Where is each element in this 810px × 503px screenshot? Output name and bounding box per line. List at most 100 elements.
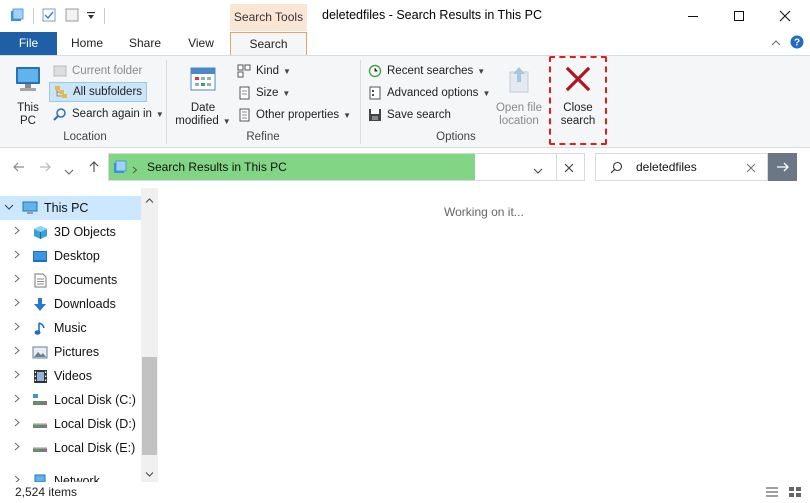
options-group-label: Options	[436, 131, 476, 143]
close-window-button[interactable]	[762, 0, 808, 31]
tree-item-music[interactable]: Music	[0, 316, 141, 340]
all-subfolders-button[interactable]: All subfolders	[49, 82, 148, 102]
tree-item-3d-objects[interactable]: 3D Objects	[0, 220, 141, 244]
this-pc-button[interactable]: This PC	[10, 64, 46, 128]
search-again-in-label: Search again in	[72, 108, 152, 120]
customize-toolbar-icon[interactable]	[86, 10, 100, 24]
tab-home[interactable]: Home	[62, 32, 112, 55]
advanced-options-button[interactable]: Advanced options ▼	[367, 83, 490, 103]
system-drive-icon	[32, 392, 48, 408]
search-tools-context-header: Search Tools	[230, 4, 307, 31]
tree-item-label: Local Disk (E:)	[54, 441, 136, 455]
tab-file[interactable]: File	[0, 32, 57, 55]
chevron-down-icon	[64, 169, 74, 175]
save-search-button[interactable]: Save search	[367, 105, 451, 125]
search-go-button[interactable]	[768, 153, 797, 181]
search-results-icon	[113, 160, 127, 177]
svg-text:?: ?	[794, 38, 800, 49]
size-icon	[236, 85, 252, 101]
scroll-up-icon[interactable]	[145, 193, 154, 207]
download-arrow-icon	[32, 296, 48, 312]
calendar-icon	[190, 67, 216, 91]
navigation-pane: This PC 3D Objects Desktop Documents Dow…	[0, 188, 158, 482]
tree-item-desktop[interactable]: Desktop	[0, 244, 141, 268]
kind-label: Kind	[256, 65, 280, 77]
collapsed-chevron-icon	[14, 274, 28, 286]
collapse-ribbon-icon[interactable]	[770, 37, 782, 51]
current-folder-icon	[52, 63, 68, 79]
tree-item-network[interactable]: Network	[0, 469, 141, 482]
back-button[interactable]	[12, 160, 26, 177]
tree-item-local-disk-c[interactable]: Local Disk (C:)	[0, 388, 141, 412]
up-button[interactable]	[87, 160, 101, 177]
breadcrumb-chevron-icon[interactable]	[132, 163, 138, 177]
close-icon	[779, 10, 791, 21]
other-properties-button[interactable]: Other properties ▼	[236, 105, 351, 125]
save-search-label: Save search	[387, 109, 451, 121]
tree-item-local-disk-e[interactable]: Local Disk (E:)	[0, 436, 141, 460]
tree-item-videos[interactable]: Videos	[0, 364, 141, 388]
new-folder-icon[interactable]	[65, 8, 79, 22]
network-icon	[32, 473, 48, 482]
recent-locations-button[interactable]	[64, 163, 74, 179]
open-file-location-icon	[509, 67, 529, 93]
collapsed-chevron-icon	[14, 346, 28, 358]
other-properties-label: Other properties	[256, 109, 340, 121]
tree-item-local-disk-d[interactable]: Local Disk (D:)	[0, 412, 141, 436]
film-strip-icon	[32, 368, 48, 384]
window-title: deletedfiles - Search Results in This PC	[322, 8, 543, 22]
drive-icon	[32, 416, 48, 432]
ribbon-tabs: File Home Share View Search ?	[0, 32, 810, 55]
large-icons-view-icon[interactable]	[788, 486, 802, 501]
ribbon: This PC Current folder All subfolders Se…	[0, 55, 810, 148]
tab-view[interactable]: View	[176, 32, 226, 55]
tree-item-label: Desktop	[54, 249, 100, 263]
tab-share[interactable]: Share	[120, 32, 170, 55]
tree-item-pictures[interactable]: Pictures	[0, 340, 141, 364]
kind-button[interactable]: Kind ▼	[236, 61, 291, 81]
maximize-icon	[734, 10, 744, 21]
search-box[interactable]: deletedfiles	[595, 153, 768, 181]
this-pc-label-line1: This	[17, 102, 39, 114]
address-bar[interactable]: Search Results in This PC	[108, 153, 585, 181]
folder-icon	[10, 8, 24, 22]
open-file-location-label-line1: Open file	[495, 102, 543, 114]
size-button[interactable]: Size ▼	[236, 83, 290, 103]
details-view-icon[interactable]	[765, 486, 779, 501]
pictures-icon	[32, 344, 48, 360]
tree-item-documents[interactable]: Documents	[0, 268, 141, 292]
advanced-options-icon	[367, 85, 383, 101]
address-dropdown-icon[interactable]	[533, 164, 543, 178]
date-modified-button[interactable]: Date modified ▼	[174, 64, 232, 128]
tree-item-this-pc[interactable]: This PC	[0, 196, 141, 220]
drive-icon	[32, 440, 48, 456]
back-arrow-icon	[13, 162, 24, 172]
nav-scrollbar-thumb[interactable]	[142, 357, 157, 455]
clear-search-icon[interactable]	[746, 162, 756, 176]
subfolders-icon	[53, 84, 69, 100]
tree-item-label: Pictures	[54, 345, 100, 359]
collapsed-chevron-icon	[14, 394, 28, 406]
title-bar: Search Tools deletedfiles - Search Resul…	[0, 0, 810, 32]
properties-icon[interactable]	[42, 8, 56, 22]
stop-search-icon[interactable]	[564, 162, 574, 176]
scroll-down-icon[interactable]	[145, 467, 154, 481]
location-group-label: Location	[63, 131, 107, 143]
address-path[interactable]: Search Results in This PC	[147, 160, 287, 174]
current-folder-label: Current folder	[72, 65, 143, 77]
search-again-in-button[interactable]: Search again in ▼	[52, 104, 164, 124]
tree-item-label: Local Disk (D:)	[54, 417, 136, 431]
save-icon	[367, 107, 383, 123]
tree-item-downloads[interactable]: Downloads	[0, 292, 141, 316]
search-icon	[610, 161, 623, 177]
current-folder-button: Current folder	[52, 61, 142, 81]
collapsed-chevron-icon	[14, 418, 28, 430]
tab-search[interactable]: Search	[230, 32, 307, 55]
forward-button[interactable]	[38, 160, 52, 177]
help-icon[interactable]: ?	[790, 35, 804, 52]
recent-searches-label: Recent searches	[387, 65, 474, 77]
minimize-button[interactable]	[670, 0, 716, 31]
maximize-button[interactable]	[716, 0, 762, 31]
recent-searches-button[interactable]: Recent searches ▼	[367, 61, 485, 81]
search-input[interactable]: deletedfiles	[636, 160, 697, 174]
